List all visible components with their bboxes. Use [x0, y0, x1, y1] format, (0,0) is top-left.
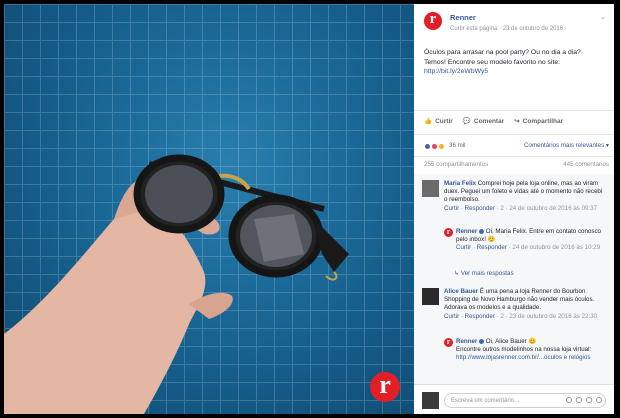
reaction-summary[interactable]: 36 mil — [424, 142, 466, 150]
page-name-link[interactable]: Renner — [450, 14, 476, 22]
share-button[interactable]: ↪ Compartilhar — [514, 116, 563, 128]
verified-badge-icon — [479, 228, 485, 234]
reply-link[interactable]: http://www.lojasrenner.com.br/...óculos … — [456, 354, 602, 362]
current-user-avatar[interactable] — [422, 392, 439, 409]
comments-list: Maria Felix Comprei hoje pela loja onlin… — [414, 174, 614, 384]
wow-reaction-icon — [438, 142, 445, 150]
reply-text-2: Encontre outros modelinhos na nossa loja… — [456, 346, 592, 353]
verified-badge-icon — [479, 338, 485, 344]
post-photo[interactable]: r — [4, 4, 414, 414]
comment-body: Alice Bauer É uma pena a loja Renner do … — [444, 288, 604, 321]
reply-text: Oi, Alice Bauer 😊 — [485, 338, 537, 345]
post-counts: 255 compartilhamentos 445 comentários — [424, 161, 609, 169]
post-text-line-1: Óculos para arrasar na pool party? Ou no… — [424, 49, 581, 56]
reply-author[interactable]: Renner — [456, 228, 477, 235]
comment-reply-link[interactable]: Responder — [465, 205, 495, 212]
smile-emoji-icon: 😊 — [487, 236, 496, 243]
post-sub-line[interactable]: Curtir esta página · 23 de outubro de 20… — [450, 25, 567, 33]
post-side-panel: r Renner Curtir esta página · 23 de outu… — [414, 4, 614, 414]
post-text-line-2: Temos! Encontre seu modelo favorito no s… — [424, 58, 561, 66]
emoji-icon[interactable] — [566, 397, 572, 403]
comment-like-link[interactable]: Curtir — [444, 313, 459, 320]
facebook-photo-viewer: r r Renner Curtir esta página · 23 de ou… — [4, 4, 614, 414]
divider — [414, 156, 614, 157]
like-button[interactable]: 👍 Curtir — [424, 116, 453, 128]
comment-count[interactable]: 445 comentários — [563, 161, 609, 169]
comment-button[interactable]: 💬 Comentar — [463, 116, 504, 128]
commenter-avatar[interactable] — [422, 180, 439, 197]
comment-button-label: Comentar — [473, 118, 505, 125]
comment-reply-link[interactable]: Responder — [465, 313, 495, 320]
commenter-name[interactable]: Maria Felix — [444, 180, 476, 187]
options-chevron-icon[interactable]: ⌄ — [600, 14, 606, 22]
camera-icon[interactable] — [576, 397, 582, 403]
like-reaction-icon — [424, 142, 431, 150]
sticker-icon[interactable] — [596, 397, 602, 403]
reply-author[interactable]: Renner — [456, 338, 477, 345]
view-more-replies-link[interactable]: ↳ Ver mais respostas — [454, 270, 514, 278]
like-button-label: Curtir — [435, 118, 453, 125]
speech-bubble-icon: 💬 — [462, 118, 471, 125]
renner-reply-avatar[interactable]: r — [444, 338, 453, 347]
share-button-label: Compartilhar — [522, 118, 564, 125]
comment-meta-details: · 2 · 23 de outubro de 2016 às 22:30 — [496, 313, 598, 320]
reply-body: Renner Oi, Alice Bauer 😊 Encontre outros… — [456, 338, 602, 362]
comment-meta-details: · 2 · 24 de outubro de 2016 às 09:37 — [496, 205, 598, 212]
comment-meta: Curtir · Responder · 2 · 23 de outubro d… — [444, 313, 598, 320]
post-actions: 👍 Curtir 💬 Comentar ↪ Compartilhar — [424, 116, 609, 128]
reactions-bar: 36 mil Comentários mais relevantes ▾ — [424, 140, 609, 152]
divider — [414, 110, 614, 111]
divider — [414, 134, 614, 135]
commenter-name[interactable]: Alice Bauer — [444, 288, 478, 295]
reply-arrow-icon: ↳ — [454, 270, 460, 277]
comment-sort-dropdown[interactable]: Comentários mais relevantes ▾ — [524, 142, 609, 150]
renner-reply-avatar[interactable]: r — [444, 228, 453, 237]
hand-with-sunglasses-illustration — [4, 154, 349, 414]
reply-body: Renner Oi, Maria Felix. Entre em contato… — [456, 228, 602, 252]
view-more-replies-label: Ver mais respostas — [460, 270, 514, 277]
reaction-count: 36 mil — [449, 142, 466, 149]
post-text: Óculos para arrasar na pool party? Ou no… — [424, 48, 608, 77]
reply-meta-details: · 24 de outubro de 2016 às 10:29 — [508, 244, 601, 251]
comment-meta: Curtir · Responder · 2 · 24 de outubro d… — [444, 205, 598, 212]
love-reaction-icon — [431, 142, 438, 150]
gif-icon[interactable] — [586, 397, 592, 403]
thumbs-up-icon: 👍 — [424, 118, 433, 125]
reply-like-link[interactable]: Curtir — [456, 244, 471, 251]
comment-composer: Escreva um comentário... — [414, 384, 614, 414]
renner-logo-watermark: r — [370, 372, 400, 402]
reply-reply-link[interactable]: Responder — [477, 244, 507, 251]
comment-body: Maria Felix Comprei hoje pela loja onlin… — [444, 180, 604, 213]
post-header: r Renner Curtir esta página · 23 de outu… — [424, 12, 606, 33]
reply-meta: Curtir · Responder · 24 de outubro de 20… — [456, 244, 601, 251]
share-count[interactable]: 255 compartilhamentos — [424, 161, 488, 169]
post-link[interactable]: http://bit.ly/2eWbWy5 — [424, 67, 608, 77]
share-arrow-icon: ↪ — [514, 118, 520, 125]
page-avatar[interactable]: r — [424, 12, 442, 30]
comment-like-link[interactable]: Curtir — [444, 205, 459, 212]
composer-tools — [566, 397, 602, 403]
commenter-avatar[interactable] — [422, 288, 439, 305]
reply-text: Oi, Maria Felix. Entre em contato conosc… — [456, 228, 601, 243]
